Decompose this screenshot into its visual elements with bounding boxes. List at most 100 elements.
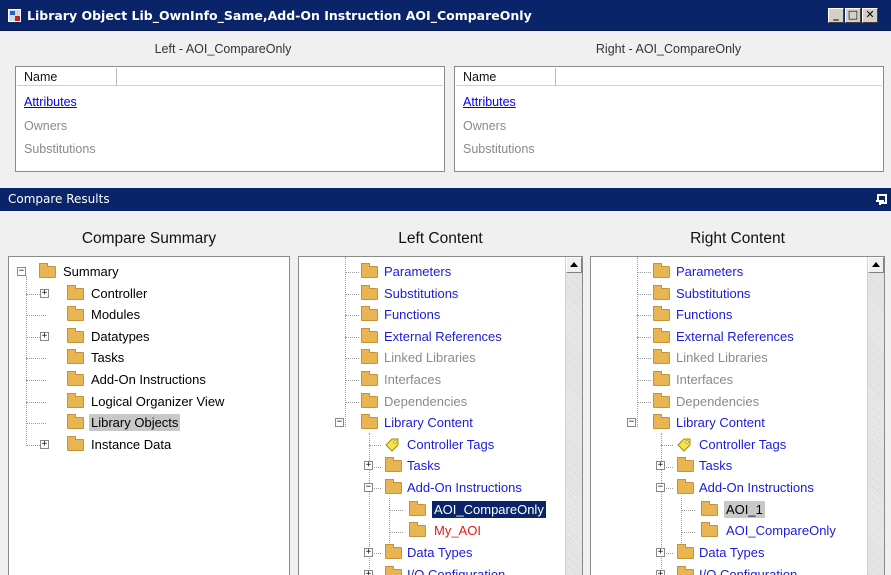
left-vertical-scrollbar[interactable]: [565, 257, 582, 575]
folder-icon: [677, 566, 694, 575]
left-node-aoi-compareonly[interactable]: AOI_CompareOnly: [299, 500, 561, 520]
right-node-library-content[interactable]: − Library Content: [591, 413, 861, 433]
folder-icon: [67, 393, 84, 408]
tree-label: Add-On Instructions: [407, 480, 522, 495]
name-column-header[interactable]: Name: [456, 68, 556, 86]
arrow-up-icon: [872, 262, 880, 267]
right-node-functions[interactable]: Functions: [591, 305, 861, 325]
blank-column-header[interactable]: [117, 68, 443, 86]
left-node-interfaces[interactable]: Interfaces: [299, 370, 559, 390]
tree-node-datatypes[interactable]: + Datatypes: [9, 327, 259, 347]
expand-icon[interactable]: +: [40, 289, 49, 298]
folder-icon: [67, 285, 84, 300]
right-node-data-types[interactable]: + Data Types: [591, 543, 861, 563]
collapse-icon[interactable]: −: [335, 418, 344, 427]
tree-node-logical-organizer-view[interactable]: Logical Organizer View: [9, 392, 284, 412]
window-title-bar: Library Object Lib_OwnInfo_Same,Add-On I…: [0, 0, 891, 31]
folder-icon: [653, 349, 670, 364]
left-node-add-on-instructions[interactable]: − Add-On Instructions: [299, 478, 561, 498]
expand-icon[interactable]: +: [364, 570, 373, 575]
tree-label: Parameters: [384, 264, 452, 279]
right-node-parameters[interactable]: Parameters: [591, 262, 861, 282]
tree-label: Library Objects: [89, 414, 181, 431]
left-node-library-content[interactable]: − Library Content: [299, 413, 559, 433]
collapse-icon[interactable]: −: [17, 267, 26, 276]
right-node-aoi-compareonly[interactable]: AOI_CompareOnly: [591, 521, 861, 541]
folder-icon: [361, 306, 378, 321]
tree-label: Linked Libraries: [676, 350, 768, 365]
tree-label: Parameters: [676, 264, 744, 279]
left-row-owners: Owners: [24, 119, 68, 133]
right-node-controller-tags[interactable]: Controller Tags: [591, 435, 861, 455]
expand-icon[interactable]: +: [656, 461, 665, 470]
folder-icon: [653, 306, 670, 321]
expand-icon[interactable]: +: [656, 548, 665, 557]
tree-node-summary[interactable]: − Summary: [9, 262, 209, 282]
compare-results-bar: Compare Results: [0, 188, 891, 211]
left-node-my-aoi[interactable]: My_AOI: [299, 521, 561, 541]
name-column-header[interactable]: Name: [17, 68, 117, 86]
tree-label: Interfaces: [676, 372, 734, 387]
left-node-io-configuration[interactable]: + I/O Configuration: [299, 565, 559, 575]
right-node-io-configuration[interactable]: + I/O Configuration: [591, 565, 861, 575]
pin-icon[interactable]: [876, 194, 887, 205]
minimize-button[interactable]: _: [828, 8, 844, 23]
folder-icon: [385, 544, 402, 559]
right-row-owners: Owners: [463, 119, 507, 133]
left-node-parameters[interactable]: Parameters: [299, 262, 559, 282]
expand-icon[interactable]: +: [364, 548, 373, 557]
scroll-up-button[interactable]: [566, 257, 582, 273]
tree-node-tasks[interactable]: Tasks: [9, 348, 259, 368]
left-node-external-references[interactable]: External References: [299, 327, 559, 347]
tree-node-modules[interactable]: Modules: [9, 305, 259, 325]
folder-icon: [67, 371, 84, 386]
list-header: Name: [17, 68, 443, 86]
tree-node-add-on-instructions[interactable]: Add-On Instructions: [9, 370, 279, 390]
right-node-tasks[interactable]: + Tasks: [591, 456, 861, 476]
folder-icon: [677, 544, 694, 559]
right-node-substitutions[interactable]: Substitutions: [591, 284, 861, 304]
scroll-up-button[interactable]: [868, 257, 884, 273]
folder-icon: [39, 263, 56, 278]
maximize-button[interactable]: □: [845, 8, 861, 23]
left-node-linked-libraries[interactable]: Linked Libraries: [299, 348, 559, 368]
left-node-functions[interactable]: Functions: [299, 305, 559, 325]
tree-node-instance-data[interactable]: + Instance Data: [9, 435, 259, 455]
right-content-tree: Parameters Substitutions Functions Exter…: [590, 256, 885, 575]
folder-icon: [67, 436, 84, 451]
folder-icon: [653, 414, 670, 429]
left-node-substitutions[interactable]: Substitutions: [299, 284, 559, 304]
right-node-external-references[interactable]: External References: [591, 327, 861, 347]
right-node-dependencies[interactable]: Dependencies: [591, 392, 861, 412]
right-vertical-scrollbar[interactable]: [867, 257, 884, 575]
right-node-linked-libraries[interactable]: Linked Libraries: [591, 348, 861, 368]
right-row-attributes[interactable]: Attributes: [463, 95, 516, 109]
expand-icon[interactable]: +: [364, 461, 373, 470]
scroll-track[interactable]: [566, 273, 582, 575]
blank-column-header[interactable]: [556, 68, 882, 86]
left-node-data-types[interactable]: + Data Types: [299, 543, 559, 563]
scroll-track[interactable]: [868, 273, 884, 575]
collapse-icon[interactable]: −: [364, 483, 373, 492]
left-node-tasks[interactable]: + Tasks: [299, 456, 559, 476]
right-node-add-on-instructions[interactable]: − Add-On Instructions: [591, 478, 861, 498]
collapse-icon[interactable]: −: [656, 483, 665, 492]
right-node-interfaces[interactable]: Interfaces: [591, 370, 861, 390]
tree-label: Controller Tags: [699, 437, 787, 452]
right-node-aoi-1[interactable]: AOI_1: [591, 500, 861, 520]
folder-icon: [385, 479, 402, 494]
left-row-attributes[interactable]: Attributes: [24, 95, 77, 109]
tree-label: Add-On Instructions: [91, 372, 206, 387]
expand-icon[interactable]: +: [40, 440, 49, 449]
close-button[interactable]: ✕: [862, 8, 878, 23]
expand-icon[interactable]: +: [656, 570, 665, 575]
left-row-substitutions: Substitutions: [24, 142, 96, 156]
tree-label: Tasks: [407, 458, 441, 473]
left-node-dependencies[interactable]: Dependencies: [299, 392, 559, 412]
left-panel-title: Left - AOI_CompareOnly: [154, 42, 292, 56]
left-node-controller-tags[interactable]: Controller Tags: [299, 435, 559, 455]
expand-icon[interactable]: +: [40, 332, 49, 341]
tree-node-library-objects[interactable]: Library Objects: [9, 413, 259, 433]
tree-node-controller[interactable]: + Controller: [9, 284, 259, 304]
collapse-icon[interactable]: −: [627, 418, 636, 427]
